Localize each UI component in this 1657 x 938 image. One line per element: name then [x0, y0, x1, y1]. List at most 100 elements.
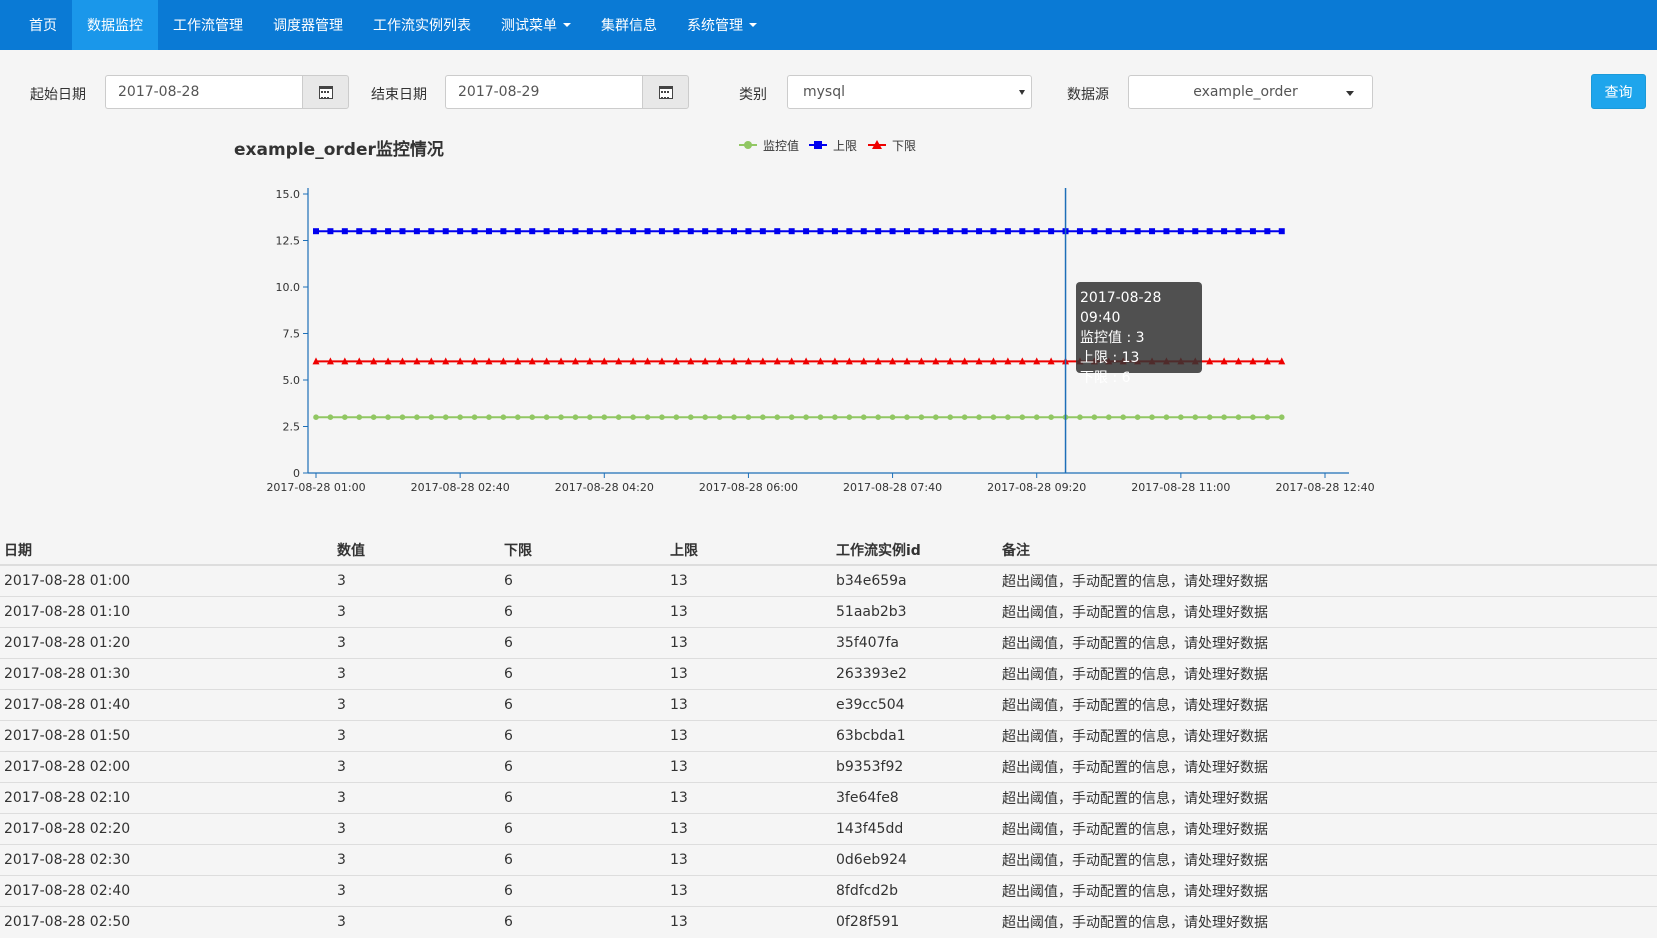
data-point [846, 228, 853, 235]
table-row: 2017-08-28 02:00 3 6 13 b9353f92 超出阈值，手动配置的信息… [0, 750, 1657, 782]
data-point [976, 414, 982, 421]
table-row: 2017-08-28 01:00 3 6 13 b34e659a 超出阈值，手动配置的信息… [0, 564, 1657, 596]
cell-remark: 超出阈值，手动配置的信息，请处理好数据 [998, 719, 1657, 751]
data-point [1134, 414, 1141, 421]
top-navbar: 首页 数据监控 工作流管理 调度器管理 工作流实例列表 测试菜单 集群信息 系统管理 [0, 0, 1657, 50]
data-point [1250, 414, 1256, 421]
nav-item-2[interactable]: 工作流管理 [158, 0, 258, 50]
data-point [976, 228, 983, 235]
data-point [514, 228, 521, 235]
cell-lower: 6 [500, 750, 666, 782]
nav-item-0[interactable]: 首页 [14, 0, 72, 50]
data-point [1192, 414, 1199, 421]
end-date-picker-button[interactable] [642, 75, 689, 109]
data-point [673, 414, 680, 421]
data-point [558, 228, 565, 235]
data-point [846, 414, 853, 421]
col-lower-header: 下限 [500, 535, 666, 566]
y-tick-label: 12.5 [276, 235, 301, 248]
tooltip-lower: 下限 : 6 [1080, 370, 1131, 386]
cell-lower: 6 [500, 626, 666, 658]
col-upper-header: 上限 [666, 535, 832, 566]
cell-date: 2017-08-28 02:20 [0, 812, 333, 844]
data-point [370, 414, 377, 421]
x-tick-label: 2017-08-28 07:40 [843, 481, 942, 494]
data-point [471, 228, 478, 235]
data-point [803, 414, 809, 421]
data-point [413, 228, 420, 235]
end-date-input[interactable] [445, 75, 642, 109]
end-date-group [445, 75, 689, 109]
data-point [500, 228, 507, 235]
col-remark-header: 备注 [998, 535, 1657, 566]
nav-item-label: 数据监控 [87, 18, 143, 34]
cell-date: 2017-08-28 01:30 [0, 657, 333, 689]
cell-instance-id: 63bcbda1 [832, 719, 998, 751]
data-point [889, 228, 896, 235]
data-point [817, 414, 824, 421]
x-tick-label: 2017-08-28 06:00 [699, 481, 798, 494]
nav-item-6[interactable]: 集群信息 [586, 0, 672, 50]
data-point [313, 414, 319, 421]
data-point [399, 414, 406, 421]
col-value-header: 数值 [333, 535, 500, 566]
data-point [1192, 228, 1199, 235]
data-point [1264, 414, 1271, 421]
nav-item-5[interactable]: 测试菜单 [486, 0, 586, 50]
y-tick-label: 5.0 [283, 374, 301, 387]
data-point [875, 414, 881, 421]
data-point [485, 228, 492, 235]
data-point [1091, 414, 1098, 421]
datasource-select[interactable]: example_order [1128, 75, 1373, 109]
data-point [615, 414, 622, 421]
query-button[interactable]: 查询 [1591, 74, 1646, 109]
y-tick-label: 7.5 [283, 328, 301, 341]
data-point [342, 414, 348, 421]
start-date-label: 起始日期 [30, 87, 86, 103]
cell-upper: 13 [666, 657, 832, 689]
data-point [1077, 414, 1083, 421]
data-point [601, 228, 608, 235]
data-point [529, 414, 536, 421]
data-point [702, 414, 708, 421]
col-date-header: 日期 [0, 535, 333, 566]
data-point [1033, 414, 1040, 421]
table-row: 2017-08-28 01:20 3 6 13 35f407fa 超出阈值，手动配置的信息… [0, 626, 1657, 658]
data-point [543, 228, 550, 235]
nav-item-1[interactable]: 数据监控 [72, 0, 158, 50]
x-tick-label: 2017-08-28 04:20 [555, 481, 654, 494]
cell-upper: 13 [666, 843, 832, 875]
table-row: 2017-08-28 01:50 3 6 13 63bcbda1 超出阈值，手动配置的信息… [0, 719, 1657, 751]
cell-lower: 6 [500, 781, 666, 813]
cell-upper: 13 [666, 564, 832, 596]
cell-value: 3 [333, 812, 500, 844]
data-point [687, 228, 694, 235]
data-point [1105, 414, 1112, 421]
cell-instance-id: e39cc504 [832, 688, 998, 720]
start-date-picker-button[interactable] [302, 75, 349, 109]
data-point [918, 414, 925, 421]
category-select[interactable]: mysql [787, 75, 1032, 109]
start-date-input[interactable] [105, 75, 302, 109]
nav-item-7[interactable]: 系统管理 [672, 0, 772, 50]
cell-date: 2017-08-28 01:40 [0, 688, 333, 720]
data-point [457, 414, 463, 421]
x-tick-label: 2017-08-28 02:40 [411, 481, 510, 494]
data-point [572, 228, 579, 235]
cell-lower: 6 [500, 905, 666, 937]
cell-lower: 6 [500, 595, 666, 627]
monitor-chart[interactable]: example_order监控情况 监控值 上限 下限 0 2.5 5.0 7.5 10.0 12… [0, 130, 1657, 500]
cell-remark: 超出阈值，手动配置的信息，请处理好数据 [998, 781, 1657, 813]
data-point [875, 228, 882, 235]
data-point [990, 414, 997, 421]
data-point [788, 228, 795, 235]
legend-label: 下限 [892, 139, 916, 153]
data-point [788, 414, 795, 421]
cell-value: 3 [333, 595, 500, 627]
data-point [702, 228, 709, 235]
nav-item-3[interactable]: 调度器管理 [258, 0, 358, 50]
nav-item-4[interactable]: 工作流实例列表 [358, 0, 486, 50]
cell-remark: 超出阈值，手动配置的信息，请处理好数据 [998, 657, 1657, 689]
calendar-icon [658, 85, 673, 99]
data-point [313, 228, 319, 235]
